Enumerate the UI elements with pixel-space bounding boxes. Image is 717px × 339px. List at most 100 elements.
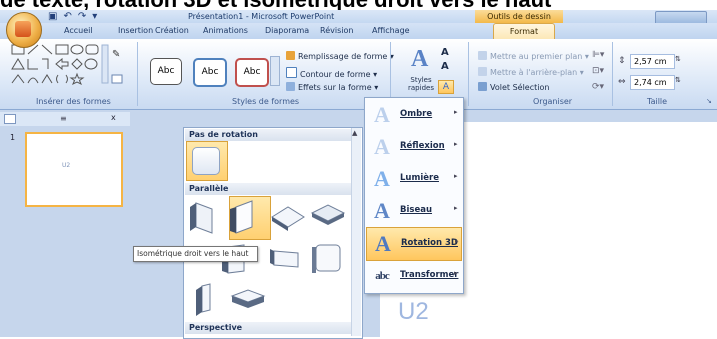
rotate-icon[interactable]: ⟳▾ bbox=[592, 82, 604, 92]
group-label-size: Taille bbox=[647, 97, 668, 106]
parallel-row-1 bbox=[190, 200, 346, 234]
bevel-icon: A bbox=[374, 198, 390, 223]
shape-style-3[interactable]: Abc bbox=[235, 58, 269, 87]
submenu-arrow-icon: ▸ bbox=[454, 204, 458, 212]
bring-front-icon bbox=[478, 51, 487, 60]
save-icon[interactable]: ▣ bbox=[48, 11, 57, 22]
group-icon[interactable]: ⊡▾ bbox=[592, 66, 604, 76]
outline-tab-icon[interactable]: ≡ bbox=[60, 114, 67, 123]
submenu-arrow-icon: ▸ bbox=[454, 108, 458, 116]
close-pane-icon[interactable]: x bbox=[111, 113, 116, 122]
oval-shape-icon bbox=[70, 44, 84, 55]
office-logo-icon bbox=[15, 21, 31, 37]
align-icon[interactable]: ⊫▾ bbox=[592, 50, 604, 60]
transform-icon: abc bbox=[375, 270, 390, 282]
fill-bucket-icon bbox=[286, 51, 295, 60]
slide-number: 1 bbox=[10, 133, 16, 142]
tab-accueil[interactable]: Accueil bbox=[64, 26, 93, 35]
menu-item-transform[interactable]: abc Transformer ▸ bbox=[366, 260, 462, 292]
scroll-up-icon[interactable]: ▲ bbox=[352, 129, 357, 137]
shapes-gallery[interactable]: ✎ bbox=[10, 43, 128, 93]
isometric-top-up-icon bbox=[271, 206, 305, 231]
submenu-arrow-icon: ▸ bbox=[454, 172, 458, 180]
shapes-scroll-icon bbox=[101, 44, 109, 84]
tab-revision[interactable]: Révision bbox=[320, 26, 353, 35]
height-icon: ⇕ bbox=[618, 56, 626, 66]
menu-item-bevel[interactable]: A Biseau ▸ bbox=[366, 195, 462, 227]
menu-item-glow[interactable]: A Lumière ▸ bbox=[366, 163, 462, 195]
submenu-arrow-icon: ▸ bbox=[454, 140, 458, 148]
reflection-icon: A bbox=[374, 134, 390, 159]
office-button[interactable] bbox=[6, 12, 42, 48]
shape-style-2[interactable]: Abc bbox=[193, 58, 227, 87]
tab-diaporama[interactable]: Diaporama bbox=[265, 26, 309, 35]
tab-affichage[interactable]: Affichage bbox=[372, 26, 410, 35]
height-spinner-icon[interactable]: ⇅ bbox=[675, 55, 681, 63]
text-fill-icon[interactable]: A bbox=[441, 47, 449, 58]
isometric-left-down-icon bbox=[190, 202, 213, 234]
diamond-shape-icon bbox=[71, 58, 83, 70]
outline-button[interactable]: Contour de forme ▾ bbox=[286, 67, 377, 79]
quick-styles-button[interactable]: Styles rapides bbox=[404, 76, 438, 92]
menu-item-shadow[interactable]: A Ombre ▸ bbox=[366, 99, 462, 131]
rotation-3d-icon: A bbox=[375, 231, 391, 256]
tab-creation[interactable]: Création bbox=[155, 26, 189, 35]
selection-pane-icon bbox=[478, 82, 487, 91]
width-icon: ⇔ bbox=[618, 77, 626, 87]
pencil-icon bbox=[286, 67, 297, 78]
shape-style-1[interactable]: Abc bbox=[150, 58, 182, 85]
effects-icon bbox=[286, 82, 295, 91]
tab-format[interactable]: Format bbox=[493, 23, 555, 40]
tab-insertion[interactable]: Insertion bbox=[118, 26, 153, 35]
off-axis-2-icon bbox=[270, 249, 299, 268]
height-input[interactable]: 2,57 cm bbox=[630, 54, 675, 69]
brace-right-icon bbox=[65, 74, 68, 84]
slide-thumbnail[interactable] bbox=[25, 132, 123, 207]
oblique-top-icon bbox=[230, 289, 266, 308]
menu-item-rotation-3d[interactable]: A Rotation 3D ▸ bbox=[366, 227, 462, 261]
styles-scroll-icon[interactable] bbox=[270, 56, 280, 86]
send-back-icon bbox=[478, 67, 487, 76]
tooltip: Isométrique droit vers le haut bbox=[133, 246, 258, 262]
effects-button[interactable]: Effets sur la forme ▾ bbox=[286, 82, 378, 92]
text-effects-icon[interactable]: A bbox=[438, 80, 454, 94]
shape-effects-menu: A Ombre ▸ A Réflexion ▸ A Lumière ▸ A Bi… bbox=[364, 97, 464, 294]
curve-shape-icon bbox=[27, 77, 39, 84]
submenu-arrow-icon: ▸ bbox=[455, 237, 459, 245]
star-shape-icon bbox=[69, 72, 85, 86]
text-outline-icon[interactable]: A bbox=[441, 61, 449, 72]
qat-dropdown-icon[interactable]: ▾ bbox=[92, 11, 97, 22]
slide-wordart-text[interactable]: U2 bbox=[398, 298, 429, 326]
group-divider bbox=[468, 42, 469, 106]
cylinder-shape-icon bbox=[84, 58, 98, 70]
tab-row bbox=[0, 23, 717, 39]
arrow-shape-icon bbox=[55, 57, 69, 71]
group-divider bbox=[612, 42, 613, 106]
group-label-insert-shapes: Insérer des formes bbox=[36, 97, 111, 106]
quick-access-toolbar: ▣ ↶ ↷ ▾ bbox=[48, 11, 97, 22]
tab-animations[interactable]: Animations bbox=[203, 26, 248, 35]
redo-icon[interactable]: ↷ bbox=[78, 11, 86, 22]
svg-text:✎: ✎ bbox=[112, 49, 120, 60]
chevron-shape-icon bbox=[11, 74, 25, 84]
fill-button[interactable]: Remplissage de forme ▾ bbox=[286, 51, 394, 61]
context-tab-drawing-tools: Outils de dessin bbox=[475, 10, 563, 23]
selection-pane-button[interactable]: Volet Sélection bbox=[478, 82, 549, 92]
rounded-rect-shape-icon bbox=[85, 44, 99, 55]
gallery-scrollbar[interactable] bbox=[351, 128, 361, 336]
line-shape-icon-2 bbox=[41, 44, 53, 55]
triangle-shape-icon bbox=[11, 58, 25, 70]
slide-canvas[interactable] bbox=[500, 122, 717, 337]
width-spinner-icon[interactable]: ⇅ bbox=[675, 76, 681, 84]
dialog-launcher-icon[interactable]: ↘ bbox=[706, 97, 712, 105]
parallel-row-3 bbox=[196, 283, 266, 316]
angle-shape-icon bbox=[41, 74, 53, 84]
send-back-button[interactable]: Mettre à l'arrière-plan ▾ bbox=[478, 67, 584, 77]
undo-icon[interactable]: ↶ bbox=[63, 11, 71, 22]
bring-front-button[interactable]: Mettre au premier plan ▾ bbox=[478, 51, 589, 61]
width-input[interactable]: 2,74 cm bbox=[630, 75, 675, 90]
wordart-a-icon[interactable]: A bbox=[411, 46, 428, 73]
menu-item-reflection[interactable]: A Réflexion ▸ bbox=[366, 131, 462, 163]
oblique-left-icon bbox=[196, 283, 211, 316]
slides-tab-icon[interactable] bbox=[4, 114, 16, 124]
